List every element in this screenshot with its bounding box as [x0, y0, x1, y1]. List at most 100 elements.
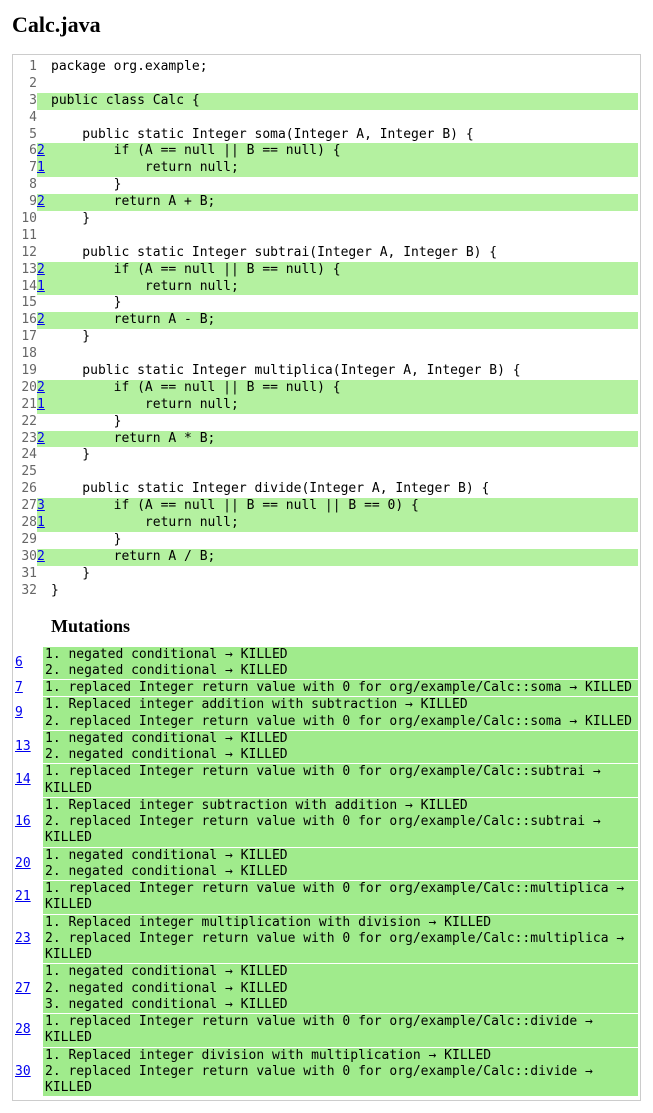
mutation-line-link[interactable]: 21	[15, 889, 31, 904]
code-row: 71 return null;	[15, 160, 638, 177]
mutation-count-link[interactable]: 1	[37, 279, 45, 294]
mutation-count	[37, 363, 51, 380]
mutation-row: 71. replaced Integer return value with 0…	[15, 680, 638, 696]
mutation-desc-cell: 1. Replaced integer subtraction with add…	[43, 798, 638, 847]
mutation-line-cell: 14	[15, 764, 43, 797]
mutation-desc: 1. negated conditional → KILLED	[43, 848, 638, 864]
mutation-desc: 1. Replaced integer division with multip…	[43, 1048, 638, 1064]
mutation-row: 271. negated conditional → KILLED2. nega…	[15, 964, 638, 1013]
mutation-line-link[interactable]: 9	[15, 705, 23, 720]
mutation-count	[37, 228, 51, 245]
mutation-desc-cell: 1. replaced Integer return value with 0 …	[43, 881, 638, 914]
mutation-count	[37, 566, 51, 583]
mutation-line-cell: 6	[15, 647, 43, 680]
line-number: 25	[15, 464, 37, 481]
code-text: }	[51, 532, 638, 549]
code-text: }	[51, 329, 638, 346]
code-text: return null;	[51, 515, 638, 532]
line-number: 20	[15, 380, 37, 397]
mutation-count-link[interactable]: 2	[37, 549, 45, 564]
mutation-desc: 1. Replaced integer subtraction with add…	[43, 798, 638, 814]
mutation-count[interactable]: 1	[37, 515, 51, 532]
mutation-count[interactable]: 3	[37, 498, 51, 515]
mutation-line-link[interactable]: 20	[15, 856, 31, 871]
mutation-count	[37, 177, 51, 194]
code-row: 92 return A + B;	[15, 194, 638, 211]
mutation-count[interactable]: 2	[37, 194, 51, 211]
mutation-line-link[interactable]: 14	[15, 772, 31, 787]
mutation-count[interactable]: 1	[37, 279, 51, 296]
mutation-count	[37, 245, 51, 262]
line-number: 21	[15, 397, 37, 414]
line-number: 18	[15, 346, 37, 363]
mutation-count-link[interactable]: 3	[37, 498, 45, 513]
code-row: 1 package org.example;	[15, 59, 638, 76]
code-row: 10 }	[15, 211, 638, 228]
code-text	[51, 110, 638, 127]
mutation-row: 61. negated conditional → KILLED2. negat…	[15, 647, 638, 680]
code-row: 22 }	[15, 414, 638, 431]
line-number: 26	[15, 481, 37, 498]
code-text: if (A == null || B == null) {	[51, 262, 638, 279]
mutation-line-link[interactable]: 16	[15, 814, 31, 829]
code-text: package org.example;	[51, 59, 638, 76]
code-text: return A * B;	[51, 431, 638, 448]
mutation-count[interactable]: 1	[37, 160, 51, 177]
mutation-count[interactable]: 2	[37, 431, 51, 448]
mutations-table: 6 1. negated conditional → KILLED 2. negat…	[15, 647, 638, 1097]
line-number: 2	[15, 76, 37, 93]
mutation-count[interactable]: 2	[37, 312, 51, 329]
mutation-count[interactable]: 1	[37, 397, 51, 414]
code-text: }	[51, 447, 638, 464]
mutation-desc: 2. negated conditional → KILLED	[43, 747, 638, 763]
line-number: 1	[15, 59, 37, 76]
mutation-count	[37, 329, 51, 346]
code-text: public static Integer divide(Integer A, …	[51, 481, 638, 498]
page-title: Calc.java	[12, 12, 641, 38]
mutation-line-link[interactable]: 6	[15, 655, 23, 670]
mutation-line-cell: 27	[15, 964, 43, 1013]
line-number: 12	[15, 245, 37, 262]
mutation-count	[37, 532, 51, 549]
mutation-count-link[interactable]: 1	[37, 397, 45, 412]
code-row: 11	[15, 228, 638, 245]
code-text: return A + B;	[51, 194, 638, 211]
mutation-count-link[interactable]: 2	[37, 312, 45, 327]
mutation-count[interactable]: 2	[37, 380, 51, 397]
mutation-count-link[interactable]: 2	[37, 194, 45, 209]
mutation-count[interactable]: 2	[37, 143, 51, 160]
mutation-line-link[interactable]: 27	[15, 981, 31, 996]
mutation-desc: 3. negated conditional → KILLED	[43, 997, 638, 1013]
mutation-count[interactable]: 2	[37, 549, 51, 566]
mutation-count[interactable]: 2	[37, 262, 51, 279]
line-number: 31	[15, 566, 37, 583]
mutation-line-cell: 28	[15, 1014, 43, 1047]
mutation-count-link[interactable]: 1	[37, 160, 45, 175]
mutation-count	[37, 110, 51, 127]
mutation-count-link[interactable]: 2	[37, 262, 45, 277]
code-text: return null;	[51, 160, 638, 177]
mutation-line-link[interactable]: 7	[15, 680, 23, 695]
line-number: 3	[15, 93, 37, 110]
mutation-line-link[interactable]: 23	[15, 931, 31, 946]
mutation-count	[37, 414, 51, 431]
code-text: return A / B;	[51, 549, 638, 566]
mutation-line-link[interactable]: 13	[15, 739, 31, 754]
code-row: 232 return A * B;	[15, 431, 638, 448]
mutation-line-link[interactable]: 28	[15, 1022, 31, 1037]
line-number: 28	[15, 515, 37, 532]
code-row: 202 if (A == null || B == null) {	[15, 380, 638, 397]
mutation-count-link[interactable]: 2	[37, 380, 45, 395]
code-row: 132 if (A == null || B == null) {	[15, 262, 638, 279]
code-row: 273 if (A == null || B == null || B == 0…	[15, 498, 638, 515]
mutation-line-cell: 30	[15, 1048, 43, 1097]
line-number: 30	[15, 549, 37, 566]
line-number: 19	[15, 363, 37, 380]
mutation-count-link[interactable]: 2	[37, 431, 45, 446]
mutation-count-link[interactable]: 2	[37, 143, 45, 158]
mutation-desc: 1. Replaced integer addition with subtra…	[43, 697, 638, 713]
code-row: 5 public static Integer soma(Integer A, …	[15, 127, 638, 144]
mutation-count-link[interactable]: 1	[37, 515, 45, 530]
mutation-line-link[interactable]: 30	[15, 1064, 31, 1079]
code-text: if (A == null || B == null || B == 0) {	[51, 498, 638, 515]
